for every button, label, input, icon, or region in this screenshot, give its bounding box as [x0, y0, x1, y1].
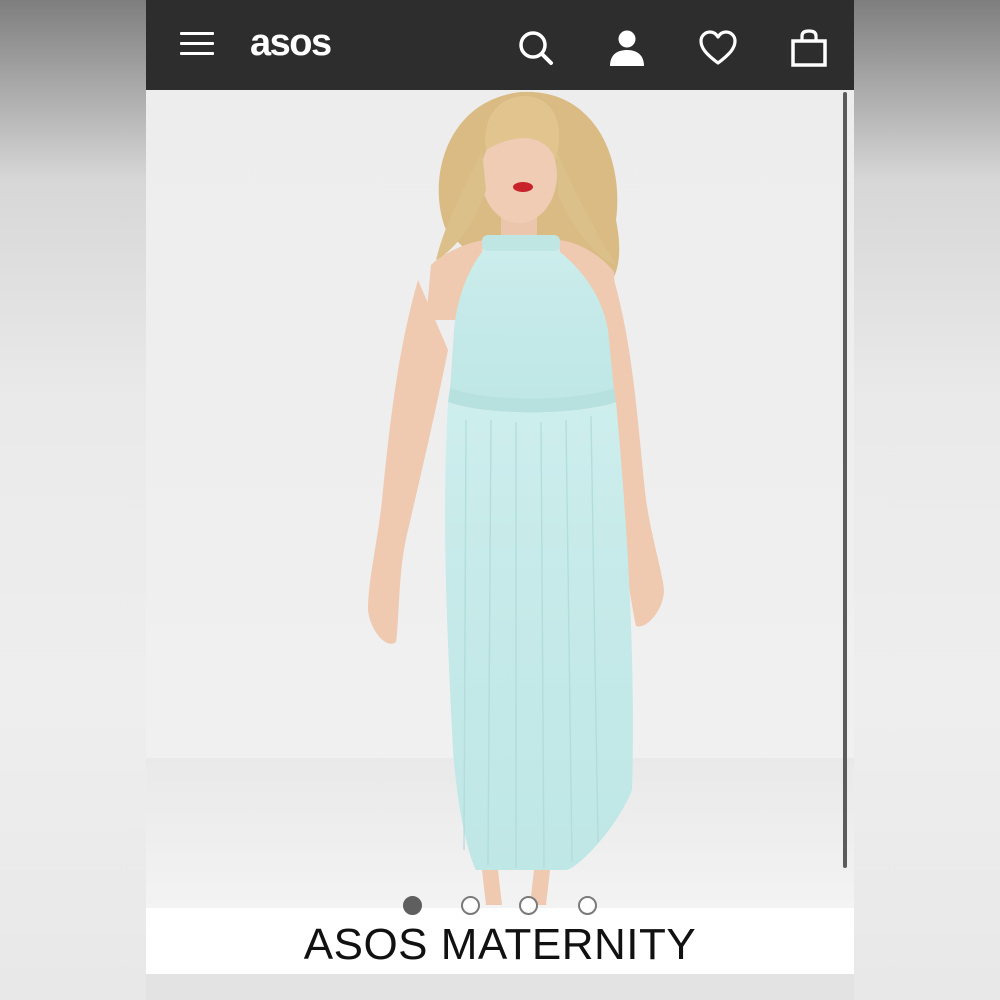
search-icon[interactable] [514, 26, 558, 70]
carousel-dot-1[interactable] [403, 896, 422, 915]
model-photo [146, 91, 854, 908]
menu-icon[interactable] [180, 30, 214, 58]
product-image[interactable] [146, 90, 854, 908]
bottom-strip [146, 974, 854, 1000]
scrollbar[interactable] [843, 92, 847, 868]
carousel-dot-4[interactable] [578, 896, 597, 915]
header-bar: asos [146, 0, 854, 90]
phone-screen: asos ASOS MATERNITY [146, 0, 854, 1000]
asos-logo[interactable]: asos [250, 22, 332, 65]
carousel-dot-2[interactable] [461, 896, 480, 915]
blurred-background-right [854, 0, 1000, 1000]
blurred-background-left [0, 0, 146, 1000]
brand-title: ASOS MATERNITY [303, 920, 697, 969]
wishlist-icon[interactable] [696, 26, 740, 70]
account-icon[interactable] [605, 26, 649, 70]
bag-icon[interactable] [787, 26, 831, 70]
carousel-dot-3[interactable] [519, 896, 538, 915]
image-carousel-dots [146, 894, 854, 918]
